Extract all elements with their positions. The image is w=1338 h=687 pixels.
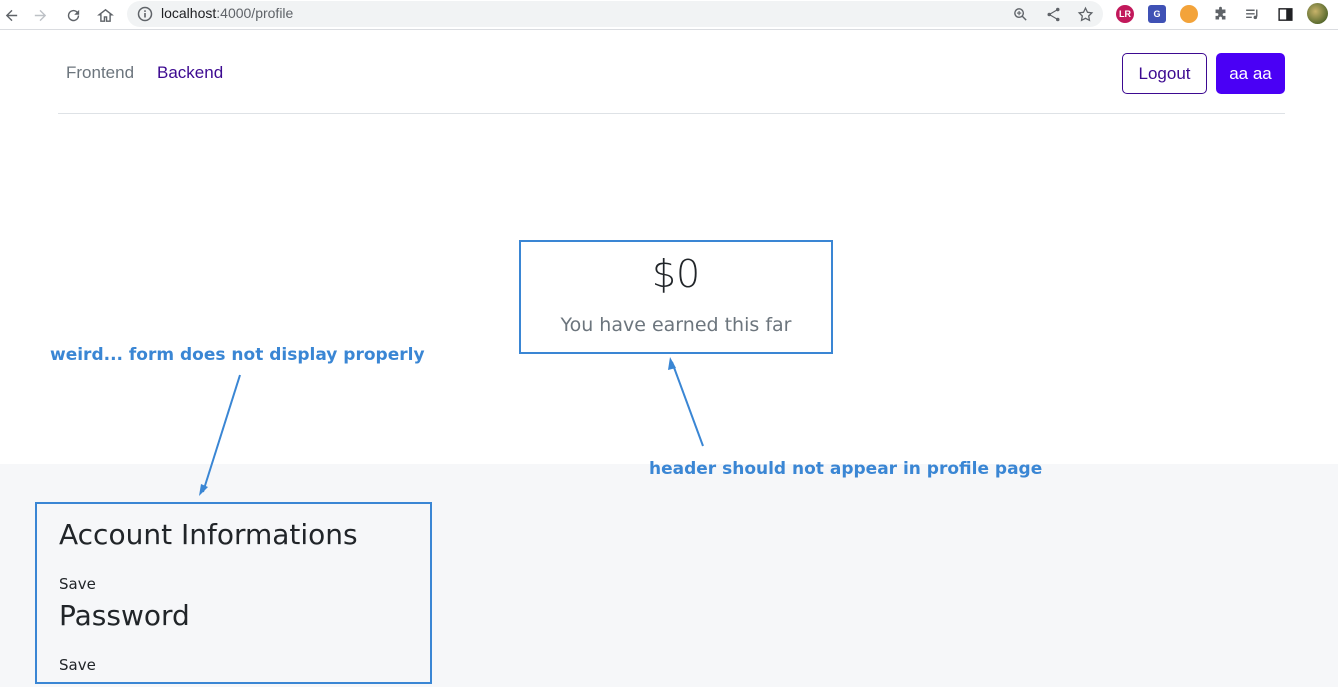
password-save-button[interactable]: Save (59, 656, 96, 674)
reload-icon[interactable] (62, 4, 84, 26)
cookie-extension-icon[interactable] (1180, 5, 1198, 23)
url-text: localhost:4000/profile (161, 5, 294, 21)
nav-link-frontend[interactable]: Frontend (66, 63, 134, 83)
password-heading: Password (59, 599, 190, 632)
annotation-form: weird... form does not display properly (50, 345, 425, 365)
profile-avatar[interactable] (1307, 3, 1328, 24)
home-icon[interactable] (94, 4, 116, 26)
bookmark-star-icon[interactable] (1076, 5, 1094, 23)
browser-toolbar: localhost:4000/profile LR G (0, 0, 1338, 30)
earnings-summary: $0 You have earned this far (519, 240, 833, 354)
annotation-header: header should not appear in profile page (649, 459, 1043, 479)
forward-icon[interactable] (29, 4, 51, 26)
nav-link-backend[interactable]: Backend (157, 63, 223, 83)
arrow-to-earnings (671, 361, 704, 447)
account-forms: Account Informations Save Password Save (35, 502, 432, 684)
user-menu-button[interactable]: aa aa (1216, 53, 1285, 94)
arrowhead-earnings (668, 357, 676, 370)
account-info-heading: Account Informations (59, 518, 358, 551)
earnings-amount: $0 (651, 252, 701, 296)
info-icon[interactable] (137, 6, 153, 22)
back-icon[interactable] (0, 4, 22, 26)
reading-list-icon[interactable] (1243, 5, 1261, 23)
side-panel-icon[interactable] (1276, 5, 1294, 23)
site-header: Frontend Backend Logout aa aa (58, 36, 1285, 114)
logout-button[interactable]: Logout (1122, 53, 1207, 94)
account-info-save-button[interactable]: Save (59, 575, 96, 593)
translate-extension-icon[interactable]: G (1148, 5, 1166, 23)
zoom-icon[interactable] (1011, 5, 1029, 23)
extension-icon[interactable]: LR (1116, 5, 1134, 23)
earnings-caption: You have earned this far (560, 314, 792, 336)
share-icon[interactable] (1044, 5, 1062, 23)
address-bar[interactable]: localhost:4000/profile (127, 1, 1103, 27)
puzzle-extensions-icon[interactable] (1211, 5, 1229, 23)
